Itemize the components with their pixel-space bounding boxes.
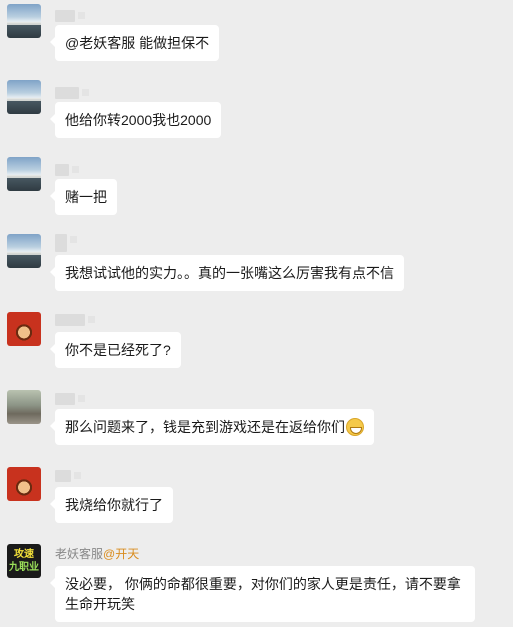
message-bubble[interactable]: 那么问题来了，钱是充到游戏还是在返给你们 (50, 409, 374, 445)
sender-name-blurred (55, 234, 77, 252)
sender-name-blurred (55, 470, 81, 482)
message-text: 那么问题来了，钱是充到游戏还是在返给你们 (65, 419, 345, 435)
message-bubble[interactable]: 你不是已经死了? (50, 332, 181, 368)
message-bubble[interactable]: 赌一把 (50, 179, 117, 215)
sender-name-blurred (55, 164, 79, 176)
message-bubble[interactable]: 他给你转2000我也2000 (49, 102, 222, 138)
message-bubble[interactable]: 我烧给你就行了 (50, 487, 173, 523)
avatar-logo-text: 九职业 (9, 562, 39, 573)
message-bubble[interactable]: 我想试试他的实力。。真的一张嘴这么厉害我有点不信 (50, 255, 404, 291)
sender-name-blurred (55, 393, 85, 405)
avatar[interactable] (7, 390, 41, 424)
message-bubble[interactable]: @老妖客服 能做担保不 (49, 25, 220, 61)
avatar[interactable] (7, 80, 41, 114)
avatar[interactable]: 攻速 九职业 (7, 544, 41, 578)
avatar[interactable] (7, 312, 41, 346)
sender-name-blurred (55, 314, 95, 326)
avatar-logo-text: 攻速 (14, 549, 34, 560)
message-bubble[interactable]: 没必要， 你俩的命都很重要，对你们的家人更是责任，请不要拿生命开玩笑 (50, 566, 475, 622)
sender-name-blurred (55, 87, 89, 99)
sender-name-blurred (55, 10, 85, 22)
avatar[interactable] (7, 234, 41, 268)
mention-text[interactable]: @开天 (103, 547, 139, 561)
avatar[interactable] (7, 157, 41, 191)
avatar[interactable] (7, 4, 41, 38)
sender-name-text: 老妖客服 (55, 547, 104, 561)
grinning-emoji-icon (346, 418, 364, 436)
avatar[interactable] (7, 467, 41, 501)
sender-name: 老妖客服@开天 (55, 547, 139, 561)
